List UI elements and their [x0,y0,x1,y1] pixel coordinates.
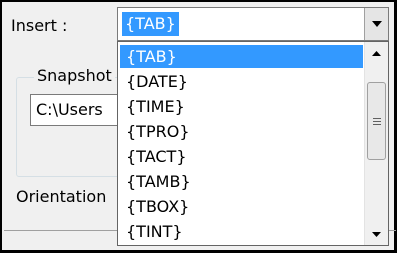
arrow-up-icon [372,50,381,56]
option-time[interactable]: {TIME} [120,95,363,118]
combo-dropdown-button[interactable] [364,8,388,40]
orientation-label: Orientation [16,187,107,206]
chevron-down-icon [371,21,382,27]
snapshot-group-title: Snapshot [34,66,115,85]
scroll-thumb[interactable] [367,82,386,160]
option-date[interactable]: {DATE} [120,70,363,93]
scroll-down-button[interactable] [365,223,388,245]
option-tpro[interactable]: {TPRO} [120,120,363,143]
option-tbox[interactable]: {TBOX} [120,195,363,218]
option-tab[interactable]: {TAB} [120,45,363,68]
insert-dropdown-list[interactable]: {TAB} {DATE} {TIME} {TPRO} {TACT} {TAMB}… [117,41,389,246]
insert-label: Insert : [11,16,68,35]
grip-icon [372,117,381,125]
insert-combo[interactable]: {TAB} [117,7,389,41]
arrow-down-icon [372,231,381,237]
insert-combo-value: {TAB} [122,12,179,36]
option-tint[interactable]: {TINT} [120,220,363,243]
scroll-up-button[interactable] [365,42,388,64]
option-tact[interactable]: {TACT} [120,145,363,168]
option-tamb[interactable]: {TAMB} [120,170,363,193]
dropdown-scrollbar[interactable] [364,42,388,245]
